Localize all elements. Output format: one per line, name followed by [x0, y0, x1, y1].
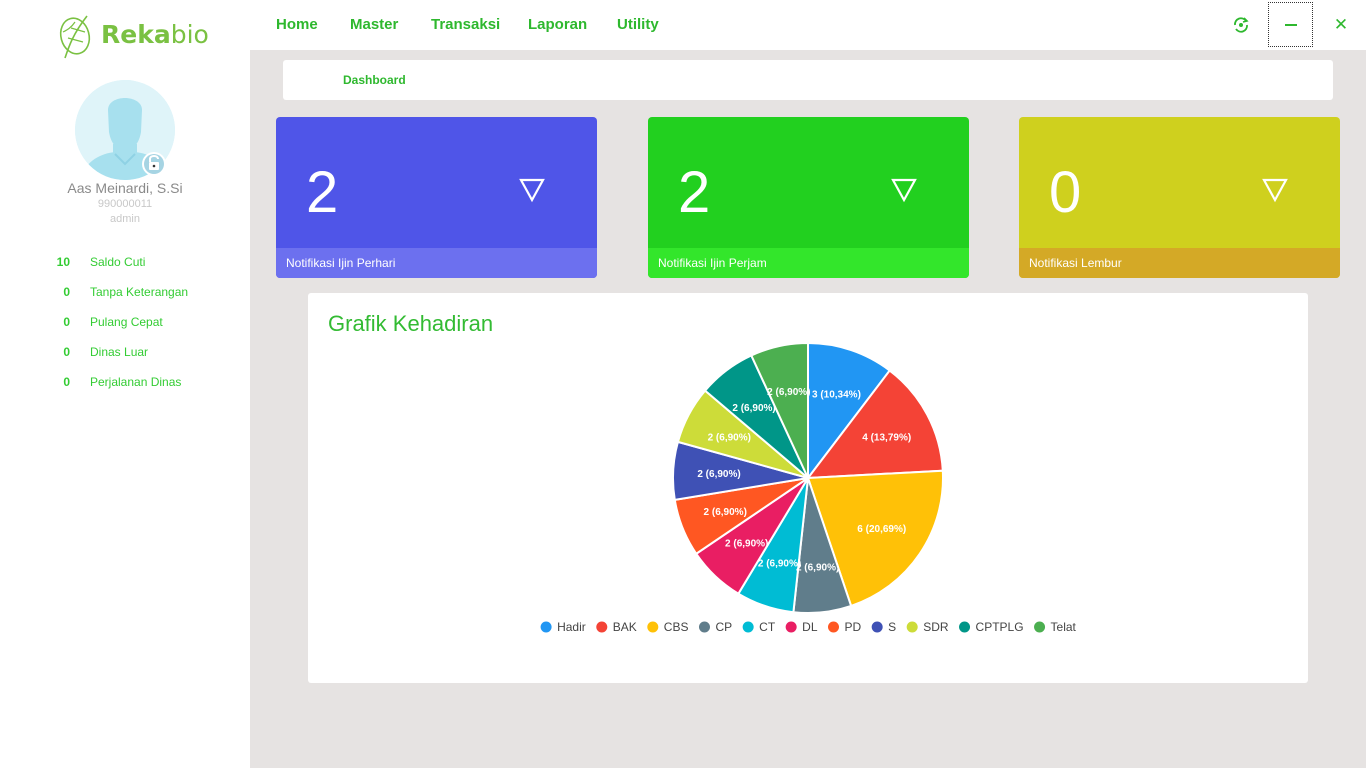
app-logo: Rekabio	[57, 10, 209, 60]
stat-dinas-luar[interactable]: 0 Dinas Luar	[0, 345, 250, 365]
stat-count: 0	[63, 315, 70, 329]
card-value: 0	[1049, 160, 1082, 225]
stat-count: 0	[63, 345, 70, 359]
legend-swatch	[906, 621, 918, 633]
pie-data-label: 2 (6,90%)	[796, 563, 839, 574]
legend-label: BAK	[613, 620, 637, 634]
pie-data-label: 2 (6,90%)	[767, 387, 810, 398]
legend-label: CPTPLG	[976, 620, 1024, 634]
user-role: admin	[110, 213, 140, 225]
legend-label: Hadir	[557, 620, 586, 634]
sidebar: Rekabio Aas Meinardi, S.Si 990000011 adm…	[0, 0, 250, 768]
legend-label: CT	[759, 620, 776, 634]
breadcrumb: Dashboard	[283, 60, 1333, 100]
legend-label: S	[888, 620, 896, 634]
card-lembur[interactable]: 0 Notifikasi Lembur	[1019, 117, 1340, 278]
card-footer: Notifikasi Ijin Perhari	[276, 248, 597, 278]
card-value: 2	[678, 160, 711, 225]
legend-label: SDR	[923, 620, 949, 634]
legend-label: Telat	[1051, 620, 1077, 634]
stat-tanpa-keterangan[interactable]: 0 Tanpa Keterangan	[0, 285, 250, 305]
top-nav-bar: Home Master Transaksi Laporan Utility ✕	[250, 0, 1366, 50]
refresh-icon	[1234, 17, 1249, 33]
legend-swatch	[785, 621, 797, 633]
legend-swatch	[871, 621, 883, 633]
card-label: Notifikasi Lembur	[1029, 256, 1122, 270]
refresh-button[interactable]	[1228, 0, 1254, 50]
chevron-down-icon	[519, 178, 545, 203]
pie-data-label: 2 (6,90%)	[725, 539, 768, 550]
nav-utility[interactable]: Utility	[617, 16, 659, 33]
minimize-icon	[1284, 23, 1297, 26]
nav-home[interactable]: Home	[276, 16, 318, 33]
legend-swatch	[647, 621, 659, 633]
stat-label: Tanpa Keterangan	[90, 285, 189, 299]
pie-data-label: 6 (20,69%)	[857, 524, 906, 535]
card-label: Notifikasi Ijin Perhari	[286, 256, 396, 270]
card-footer: Notifikasi Ijin Perjam	[648, 248, 969, 278]
pie-data-label: 2 (6,90%)	[732, 403, 775, 414]
legend-item-sdr[interactable]: SDR	[906, 620, 949, 634]
minimize-button[interactable]	[1268, 2, 1313, 47]
legend-label: DL	[802, 620, 818, 634]
user-id: 990000011	[97, 198, 153, 210]
card-value: 2	[306, 160, 339, 225]
lock-icon	[142, 152, 166, 176]
stat-label: Saldo Cuti	[90, 255, 146, 269]
card-footer: Notifikasi Lembur	[1019, 248, 1340, 278]
stat-count: 10	[56, 255, 70, 269]
legend-item-telat[interactable]: Telat	[1034, 620, 1077, 634]
chevron-down-icon	[1262, 178, 1288, 203]
stat-count: 0	[63, 375, 70, 389]
legend-item-cp[interactable]: CP	[698, 620, 732, 634]
legend-swatch	[698, 621, 710, 633]
legend-item-cptplg[interactable]: CPTPLG	[959, 620, 1024, 634]
legend-item-bak[interactable]: BAK	[596, 620, 637, 634]
legend-item-dl[interactable]: DL	[785, 620, 818, 634]
pie-data-label: 2 (6,90%)	[708, 432, 751, 443]
legend-swatch	[828, 621, 839, 633]
card-label: Notifikasi Ijin Perjam	[658, 256, 767, 270]
pie-data-label: 3 (10,34%)	[812, 390, 861, 401]
legend-swatch	[540, 621, 552, 633]
attendance-pie-chart: 3 (10,34%)4 (13,79%)6 (20,69%)2 (6,90%)2…	[540, 341, 1077, 634]
close-button[interactable]: ✕	[1326, 0, 1356, 50]
legend-label: CBS	[664, 620, 689, 634]
attendance-chart-panel: Grafik Kehadiran 3 (10,34%) 4 (13,79%) 6 (…	[308, 293, 1308, 683]
legend-swatch	[1034, 621, 1046, 633]
nav-master[interactable]: Master	[350, 16, 398, 33]
chevron-down-icon	[891, 178, 917, 203]
nav-laporan[interactable]: Laporan	[528, 16, 587, 33]
pie-data-label: 2 (6,90%)	[704, 507, 747, 518]
pie-data-label: 2 (6,90%)	[697, 469, 740, 480]
legend-item-ct[interactable]: CT	[742, 620, 776, 634]
stat-count: 0	[63, 285, 70, 299]
pie-data-label: 2 (6,90%)	[758, 558, 801, 569]
legend-item-hadir[interactable]: Hadir	[540, 620, 586, 634]
stat-pulang-cepat[interactable]: 0 Pulang Cepat	[0, 315, 250, 335]
legend-item-pd[interactable]: PD	[828, 620, 862, 634]
user-name: Aas Meinardi, S.Si	[67, 180, 183, 196]
stat-label: Pulang Cepat	[90, 315, 163, 329]
pie-data-label: 4 (13,79%)	[862, 432, 911, 443]
legend-swatch	[596, 621, 608, 633]
stat-label: Perjalanan Dinas	[90, 375, 182, 389]
breadcrumb-dashboard[interactable]: Dashboard	[343, 73, 406, 87]
card-ijin-perhari[interactable]: 2 Notifikasi Ijin Perhari	[276, 117, 597, 278]
card-ijin-perjam[interactable]: 2 Notifikasi Ijin Perjam	[648, 117, 969, 278]
legend-label: CP	[715, 620, 732, 634]
legend-swatch	[959, 621, 971, 633]
chart-legend: Hadir BAK CBS CP CT DL PD S SDR CPTPLG Telat	[540, 620, 1077, 634]
legend-item-s[interactable]: S	[871, 620, 897, 634]
stat-label: Dinas Luar	[90, 345, 149, 359]
nav-transaksi[interactable]: Transaksi	[431, 16, 500, 33]
legend-label: PD	[845, 620, 862, 634]
stat-saldo-cuti[interactable]: 10 Saldo Cuti	[0, 255, 250, 275]
legend-swatch	[742, 621, 754, 633]
close-icon: ✕	[1333, 15, 1349, 35]
leaf-logo-icon	[59, 15, 91, 59]
logo-text: Rekabio	[101, 20, 209, 49]
legend-item-cbs[interactable]: CBS	[647, 620, 688, 634]
stat-perjalanan-dinas[interactable]: 0 Perjalanan Dinas	[0, 375, 250, 395]
